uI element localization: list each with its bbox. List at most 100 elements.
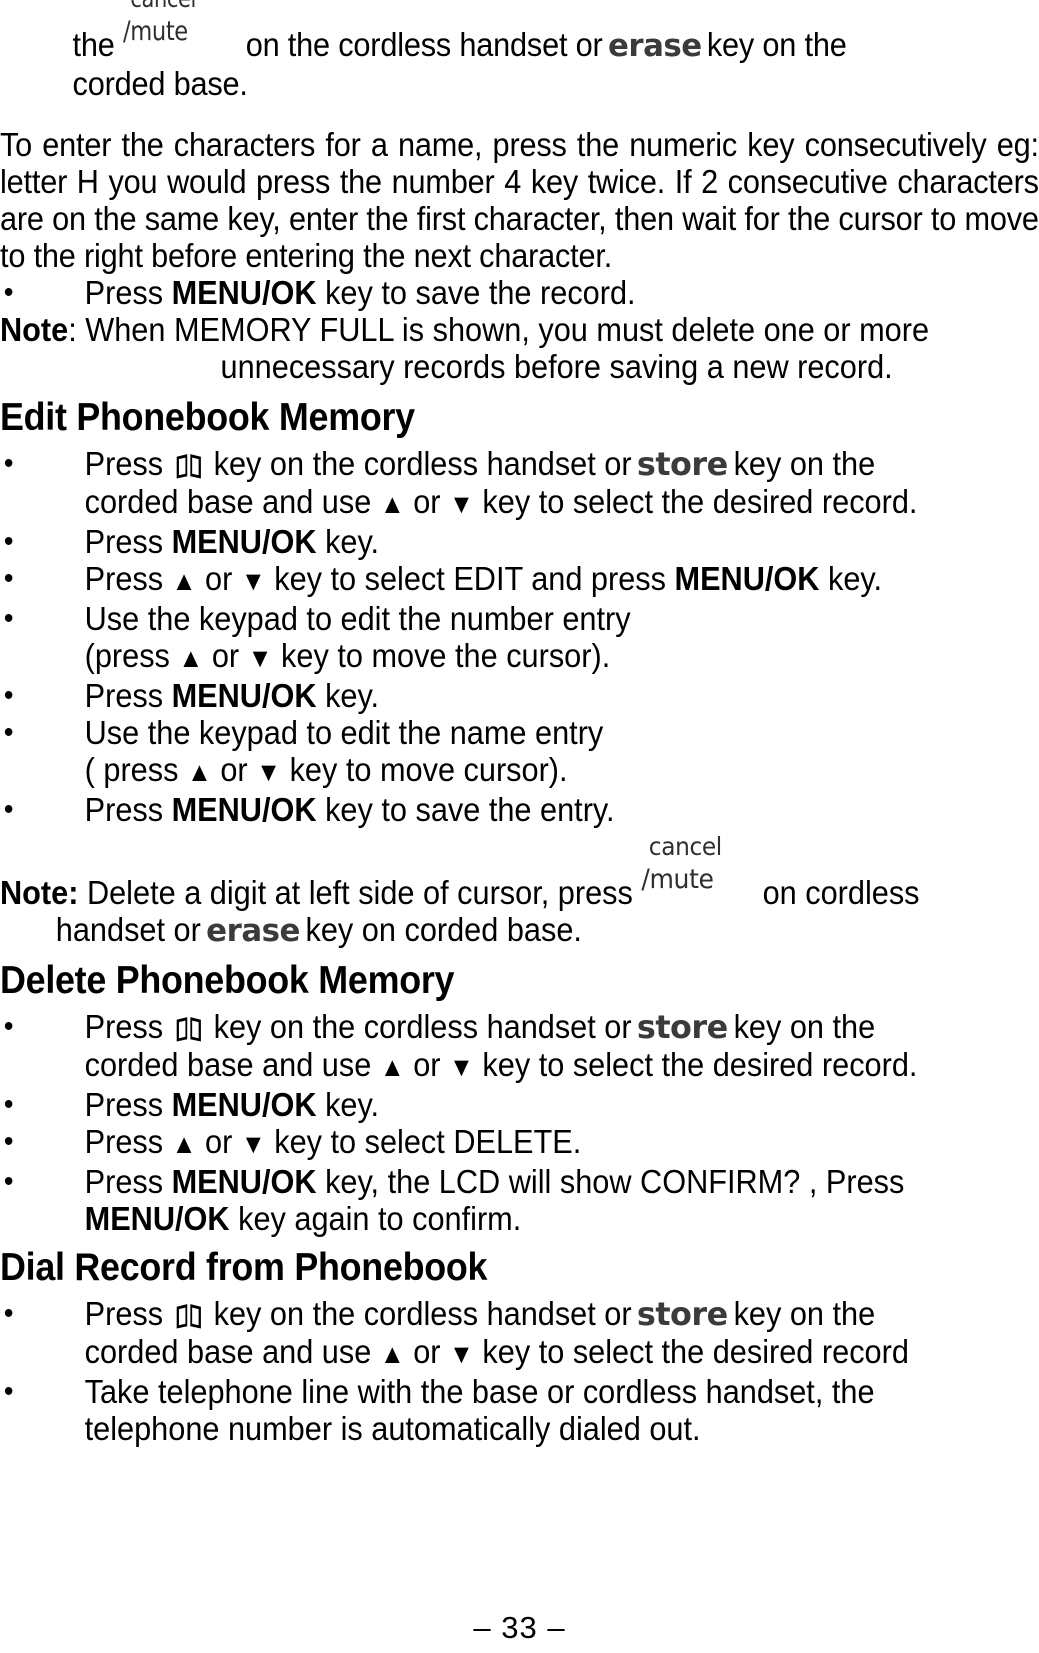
note-line1-pre: Delete a digit at left side of cursor, p… [86, 874, 633, 911]
menu-ok-key: MENU/OK [674, 560, 820, 597]
store-key-label: store [637, 445, 729, 483]
bullet-edit-press-menu-2: • Press MENU/OK key. [0, 677, 1039, 714]
heading-edit-phonebook-memory: Edit Phonebook Memory [0, 396, 415, 439]
down-arrow-icon: ▼ [240, 566, 266, 596]
label-or: or [211, 637, 240, 674]
bullet-icon: • [3, 562, 14, 595]
label-press: Press [84, 1295, 164, 1332]
label-cont-pre: corded base and use [84, 1333, 372, 1370]
bullet-delete-press-menu: • Press MENU/OK key. [0, 1086, 1039, 1123]
label-press: Press [84, 1008, 164, 1045]
intro-line2: corded base. [72, 65, 248, 102]
store-key-label: store [637, 1295, 729, 1333]
bullet-icon: • [3, 602, 14, 635]
bullet-dial-press-book-store: • Press key on the cordless handset or s… [0, 1295, 1039, 1373]
bullet-icon: • [3, 679, 14, 712]
note-delete-digit: Note: Delete a digit at left side of cur… [0, 834, 1039, 950]
heading-dial-record-from-phonebook: Dial Record from Phonebook [0, 1246, 488, 1289]
bullet-press-menu-save-record: • Press MENU/OK key to save the record. [0, 274, 1039, 311]
bullet-icon: • [3, 1165, 14, 1198]
menu-ok-key: MENU/OK [171, 274, 317, 311]
mute-key-label: /mute [641, 864, 714, 895]
open-book-icon [174, 1303, 202, 1329]
label-or: or [413, 1046, 441, 1083]
label-post: key. [325, 1086, 380, 1123]
label-post: key to select DELETE. [274, 1123, 582, 1160]
label-or: or [205, 560, 233, 597]
label-post: key to save the record. [325, 274, 636, 311]
note-line1-post: on cordless [762, 874, 920, 911]
menu-ok-key: MENU/OK [171, 1086, 317, 1123]
label-press: Press [84, 1086, 164, 1123]
bullet-dial-take-line: • Take telephone line with the base or c… [0, 1373, 1039, 1447]
up-arrow-icon: ▲ [186, 757, 212, 787]
note-line2-pre: handset or [55, 911, 201, 948]
down-arrow-icon: ▼ [256, 757, 282, 787]
up-arrow-icon: ▲ [379, 1339, 405, 1369]
label-line1: Use the keypad to edit the number entry [84, 600, 631, 637]
label-line2-pre: ( press [84, 751, 179, 788]
bullet-delete-press-book-store: • Press key on the cordless handset or s… [0, 1008, 1039, 1086]
bullet-icon: • [3, 1088, 14, 1121]
label-mid: key on the cordless handset or [213, 1295, 632, 1332]
label-press: Press [84, 1163, 164, 1200]
label-post: key. [325, 523, 380, 560]
heading-delete-phonebook-memory: Delete Phonebook Memory [0, 959, 455, 1002]
cancel-key-label: cancel [648, 832, 722, 861]
enter-characters-paragraph: To enter the characters for a name, pres… [0, 126, 1039, 274]
bullet-delete-select-delete: • Press ▲ or ▼ key to select DELETE. [0, 1123, 1039, 1163]
label-line2-post: key to move cursor). [289, 751, 568, 788]
bullet-icon: • [3, 1125, 14, 1158]
open-book-icon [174, 453, 202, 479]
note-label: Note: [0, 874, 79, 911]
label-or: or [220, 751, 248, 788]
bullet-icon: • [3, 1297, 14, 1330]
label-line2-post: key to move the cursor). [281, 637, 611, 674]
label-press: Press [84, 523, 164, 560]
down-arrow-icon: ▼ [449, 1052, 474, 1082]
cancel-key-label: cancel [130, 0, 196, 12]
bullet-delete-confirm: • Press MENU/OK key, the LCD will show C… [0, 1163, 1039, 1237]
menu-ok-key: MENU/OK [171, 523, 317, 560]
note-line2: unnecessary records before saving a new … [220, 348, 893, 385]
label-post: key to save the entry. [325, 791, 615, 828]
bullet-icon: • [3, 793, 14, 826]
label-line1: Take telephone line with the base or cor… [84, 1373, 875, 1410]
label-cont-post: key to select the desired record. [482, 483, 918, 520]
menu-ok-key: MENU/OK [84, 1200, 230, 1237]
label-mid: key, the LCD will show CONFIRM? , Press [325, 1163, 905, 1200]
label-press: Press [84, 1123, 164, 1160]
intro-paragraph: the cancel /mute on the cordless handset… [0, 0, 1039, 102]
up-arrow-icon: ▲ [171, 1129, 197, 1159]
label-press: Press [84, 677, 164, 714]
open-book-icon [174, 1016, 202, 1042]
label-cont-post: key to select the desired record [482, 1333, 909, 1370]
label-post: key on the [733, 1008, 876, 1045]
bullet-edit-press-menu-save-entry: • Press MENU/OK key to save the entry. [0, 791, 1039, 828]
bullet-icon: • [3, 276, 14, 309]
intro-pre: the [72, 26, 115, 63]
store-key-label: store [637, 1008, 729, 1046]
bullet-icon: • [3, 525, 14, 558]
menu-ok-key: MENU/OK [171, 1163, 317, 1200]
intro-mid: on the cordless handset or [245, 26, 603, 63]
label-press: Press [84, 791, 164, 828]
bullet-edit-number-entry: • Use the keypad to edit the number entr… [0, 600, 1039, 677]
label-line2-pre: (press [84, 637, 170, 674]
note-line1: When MEMORY FULL is shown, you must dele… [85, 311, 930, 348]
menu-ok-key: MENU/OK [171, 677, 317, 714]
bullet-edit-select-edit: • Press ▲ or ▼ key to select EDIT and pr… [0, 560, 1039, 600]
label-cont-post: key to select the desired record. [482, 1046, 918, 1083]
note-line2-post: key on corded base. [305, 911, 582, 948]
label-post: key. [827, 560, 882, 597]
note-label: Note [0, 311, 69, 348]
label-post: key. [325, 677, 380, 714]
label-line1: Use the keypad to edit the name entry [84, 714, 604, 751]
label-mid: key on the cordless handset or [213, 1008, 632, 1045]
down-arrow-icon: ▼ [240, 1129, 266, 1159]
page-number: – 33 – [473, 1610, 566, 1645]
bullet-icon: • [3, 1375, 14, 1408]
label-line2: telephone number is automatically dialed… [84, 1410, 701, 1447]
label-mid: key on the cordless handset or [213, 445, 632, 482]
label-or: or [413, 1333, 441, 1370]
